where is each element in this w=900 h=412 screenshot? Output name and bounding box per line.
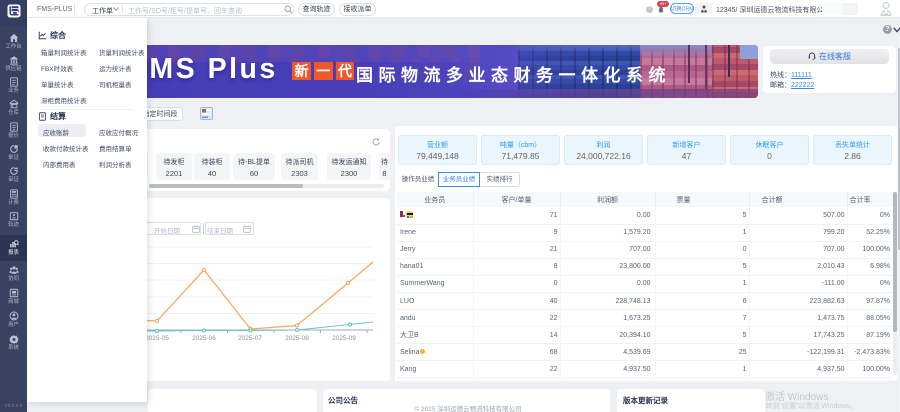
svg-text:2025-05: 2025-05: [145, 335, 169, 342]
svg-text:2025-08: 2025-08: [285, 335, 309, 342]
svg-text:2025-07: 2025-07: [238, 335, 262, 342]
svg-text:2025-09: 2025-09: [332, 335, 356, 342]
svg-text:2025-06: 2025-06: [192, 335, 216, 342]
